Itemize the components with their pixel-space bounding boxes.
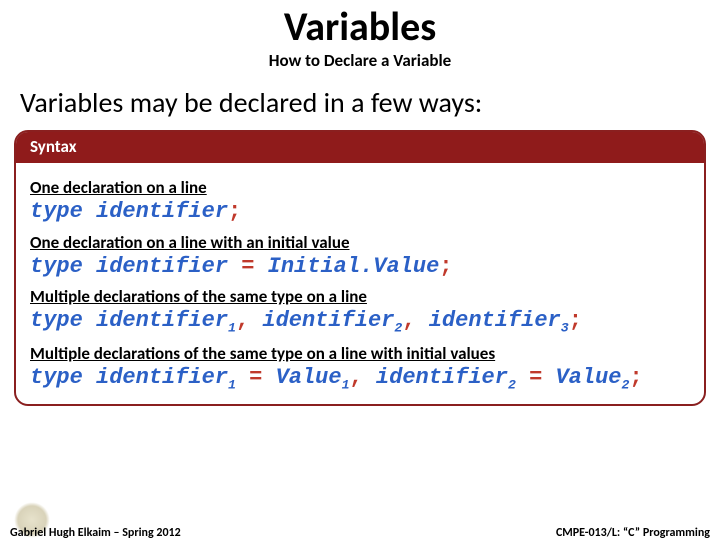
page-title: Variables bbox=[0, 6, 720, 48]
token-type: type bbox=[30, 365, 83, 390]
token-identifier: identifier bbox=[262, 308, 394, 333]
code-line: type identifier; bbox=[30, 198, 690, 226]
code-line: type identifier1 = Value1, identifier2 =… bbox=[30, 364, 690, 394]
page-subtitle: How to Declare a Variable bbox=[0, 50, 720, 71]
token-identifier: identifier bbox=[376, 365, 508, 390]
token-sub: 1 bbox=[342, 377, 350, 392]
section-one-per-line: One declaration on a line type identifie… bbox=[30, 177, 690, 226]
token-type: type bbox=[30, 199, 83, 224]
token-semi: ; bbox=[228, 199, 241, 224]
code-line: type identifier = Initial.Value; bbox=[30, 253, 690, 281]
token-initial-value: Initial.Value bbox=[268, 254, 440, 279]
token-comma: , bbox=[402, 308, 428, 333]
token-semi: ; bbox=[629, 365, 642, 390]
section-label: One declaration on a line with an initia… bbox=[30, 232, 690, 253]
token-sub: 1 bbox=[228, 320, 236, 335]
token-eq: = bbox=[249, 365, 275, 390]
footer-right: CMPE-013/L: “C” Programming bbox=[556, 526, 710, 540]
token-value: Value bbox=[276, 365, 342, 390]
token-identifier: identifier bbox=[96, 254, 228, 279]
code-line: type identifier1, identifier2, identifie… bbox=[30, 307, 690, 337]
section-one-per-line-init: One declaration on a line with an initia… bbox=[30, 232, 690, 281]
footer: Gabriel Hugh Elkaim – Spring 2012 CMPE-0… bbox=[0, 526, 720, 540]
token-semi: ; bbox=[439, 254, 452, 279]
slide: Variables How to Declare a Variable Vari… bbox=[0, 6, 720, 540]
section-label: One declaration on a line bbox=[30, 177, 690, 198]
token-semi: ; bbox=[569, 308, 582, 333]
token-comma: , bbox=[236, 308, 262, 333]
token-sub: 2 bbox=[508, 377, 516, 392]
token-value: Value bbox=[555, 365, 621, 390]
token-eq: = bbox=[241, 254, 267, 279]
syntax-body: One declaration on a line type identifie… bbox=[16, 163, 704, 404]
section-label: Multiple declarations of the same type o… bbox=[30, 286, 690, 307]
token-identifier: identifier bbox=[429, 308, 561, 333]
section-multi-init: Multiple declarations of the same type o… bbox=[30, 343, 690, 394]
token-type: type bbox=[30, 308, 83, 333]
token-type: type bbox=[30, 254, 83, 279]
section-multi: Multiple declarations of the same type o… bbox=[30, 286, 690, 337]
token-identifier: identifier bbox=[96, 365, 228, 390]
footer-left: Gabriel Hugh Elkaim – Spring 2012 bbox=[10, 526, 181, 540]
token-sub: 1 bbox=[228, 377, 236, 392]
lead-text: Variables may be declared in a few ways: bbox=[20, 85, 720, 120]
token-eq: = bbox=[529, 365, 555, 390]
token-identifier: identifier bbox=[96, 199, 228, 224]
section-label: Multiple declarations of the same type o… bbox=[30, 343, 690, 364]
token-comma: , bbox=[350, 365, 376, 390]
token-sub: 3 bbox=[561, 320, 569, 335]
token-identifier: identifier bbox=[96, 308, 228, 333]
syntax-box: Syntax One declaration on a line type id… bbox=[14, 130, 706, 406]
syntax-header: Syntax bbox=[16, 132, 704, 163]
